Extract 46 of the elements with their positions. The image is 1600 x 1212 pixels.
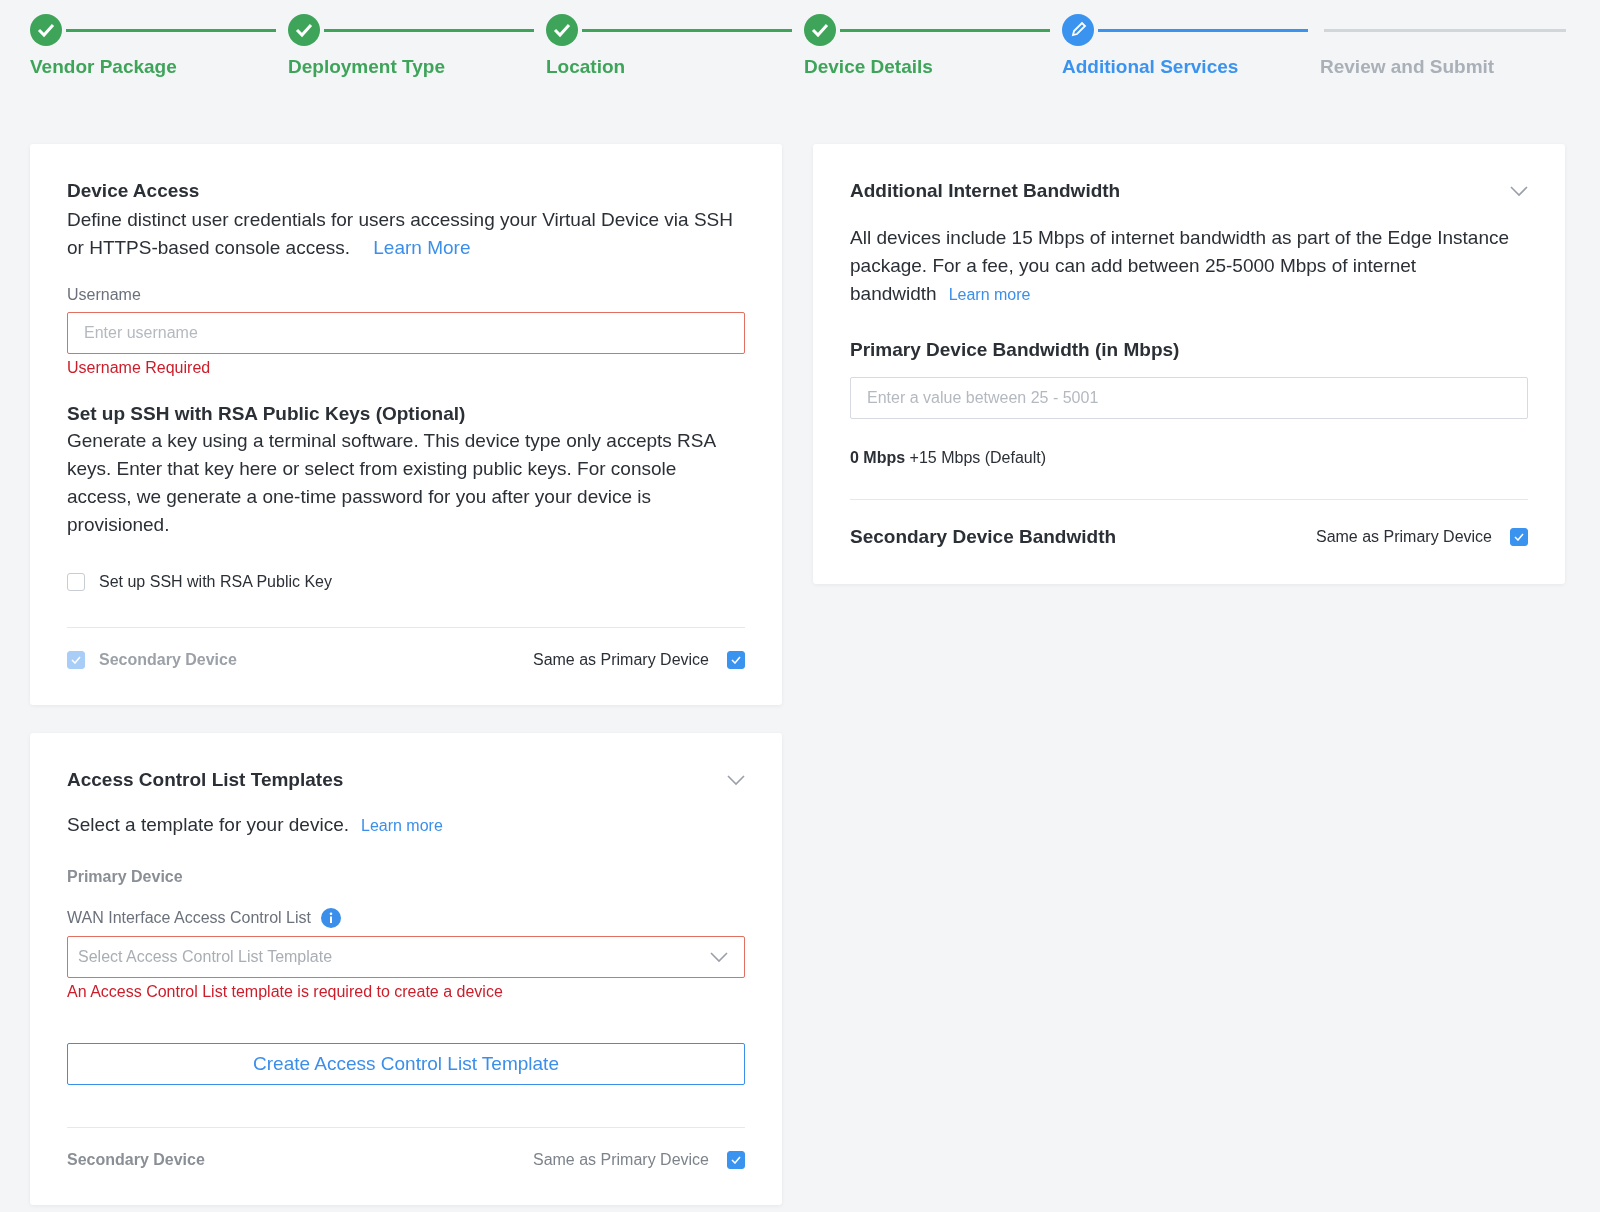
section-title: Access Control List Templates xyxy=(67,769,344,791)
section-title: Set up SSH with RSA Public Keys (Optional) xyxy=(67,403,467,425)
step-tab[interactable]: Location xyxy=(546,56,804,78)
checkbox-label: Same as Primary Device xyxy=(1315,528,1492,546)
checkmark-icon xyxy=(731,1156,741,1164)
section-title: Device Access xyxy=(67,180,201,202)
error-message: An Access Control List template is required to create a device xyxy=(67,983,504,1001)
bandwidth-field[interactable]: Enter a value between 25 - 5001 xyxy=(850,377,1528,419)
checkbox[interactable] xyxy=(1510,528,1528,546)
description-text: Select a template for your device. Learn more xyxy=(67,813,444,837)
step-tab[interactable]: Vendor Package xyxy=(30,56,288,78)
section-title: Additional Internet Bandwidth xyxy=(850,180,1121,202)
description-text: All devices include 15 Mbps of internet bandwidth as part of the Edge Instance package. For a fee, you can add between 25-5000 Mbps of internet bandwidth Learn more xyxy=(850,226,1511,306)
chevron-down-icon[interactable] xyxy=(1510,185,1528,197)
step-tab[interactable]: Deployment Type xyxy=(288,56,546,78)
template-dropdown[interactable]: Select Access Control List Template xyxy=(67,936,745,978)
section-title: Secondary Device Bandwidth xyxy=(850,526,1117,548)
create-template-button[interactable]: Create Access Control List Template xyxy=(67,1043,745,1085)
checkbox-label: Set up SSH with RSA Public Key xyxy=(99,573,332,591)
step-tab[interactable]: Additional Services xyxy=(1062,56,1320,78)
chevron-down-icon[interactable] xyxy=(710,951,728,963)
checkmark-icon xyxy=(1514,533,1524,541)
field-label: Username xyxy=(67,286,142,304)
step-tab[interactable]: Device Details xyxy=(804,56,1062,78)
checkmark-icon xyxy=(71,656,81,664)
checkbox-label: Same as Primary Device xyxy=(532,651,709,669)
field-label: WAN Interface Access Control List xyxy=(67,909,311,927)
learn-more-link[interactable]: Learn more xyxy=(948,286,1031,303)
step-tab[interactable]: Review and Submit xyxy=(1320,56,1578,78)
learn-more-link[interactable]: Learn more xyxy=(361,817,443,834)
checkbox[interactable] xyxy=(727,1151,745,1169)
chevron-down-icon[interactable] xyxy=(727,774,745,786)
section-title: Primary Device Bandwidth (in Mbps) xyxy=(850,339,1181,361)
learn-more-link[interactable]: Learn More xyxy=(373,237,471,258)
description-text: Generate a key using a terminal software. This device type only accepts RSA keys. Enter that key here or select from existing public keys. For console access, we generate a one-time password for you after your device is provisioned. xyxy=(67,429,717,537)
checkbox[interactable] xyxy=(67,573,85,591)
username-field[interactable]: Enter username xyxy=(67,312,745,354)
subsection-label: Secondary Device xyxy=(67,1151,205,1169)
info-icon[interactable] xyxy=(320,908,341,928)
checkmark-icon xyxy=(731,656,741,664)
checkbox-label: Secondary Device xyxy=(99,651,237,669)
subsection-label: Primary Device xyxy=(67,868,184,886)
checkbox-label: Same as Primary Device xyxy=(532,1151,709,1169)
bandwidth-summary: 0 Mbps +15 Mbps (Default) xyxy=(850,449,1048,467)
error-message: Username Required xyxy=(67,359,212,377)
description-text: Define distinct user credentials for users accessing your Virtual Device via SSH or HTTPS-based console access. Learn More xyxy=(67,208,734,260)
